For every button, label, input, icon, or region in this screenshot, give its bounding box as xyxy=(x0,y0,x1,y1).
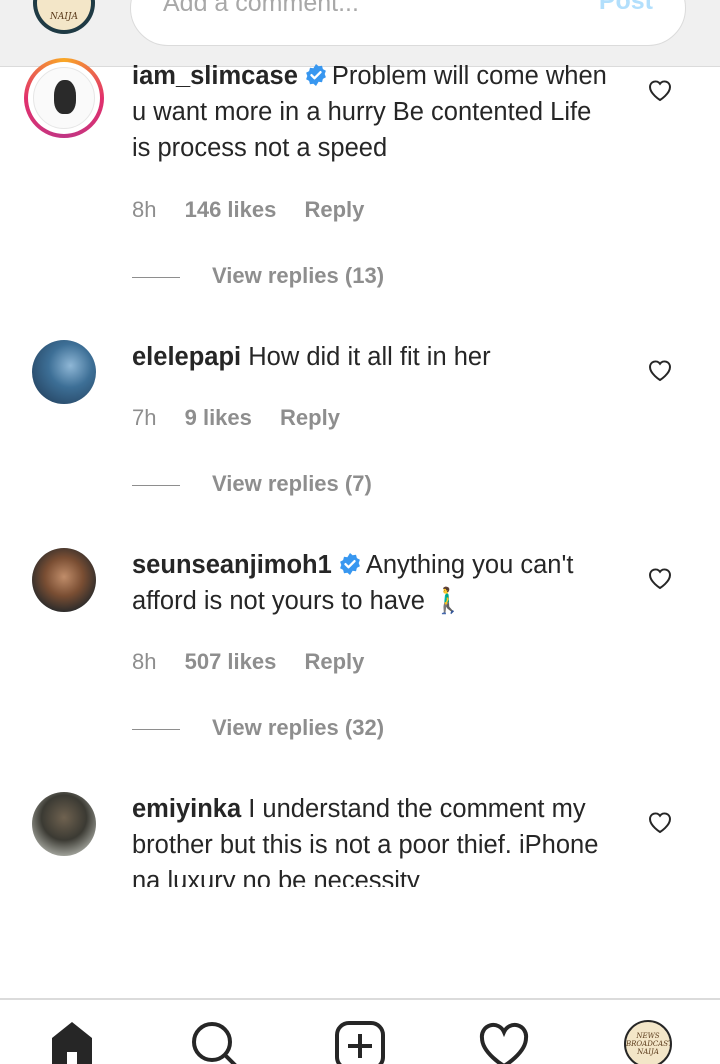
comment-likes[interactable]: 507 likes xyxy=(185,649,277,674)
view-replies-button[interactable]: View replies (7) xyxy=(132,471,372,497)
comment-time: 7h xyxy=(132,405,157,430)
verified-badge-icon xyxy=(305,64,326,86)
avatar-logo-text: NAIJA xyxy=(49,12,79,22)
comment-username[interactable]: emiyinka xyxy=(132,795,241,823)
current-user-avatar: NAIJA xyxy=(33,0,95,34)
comment-time: 8h xyxy=(132,649,157,674)
bottom-navigation: NEWS BROADCAST NAIJA xyxy=(0,998,720,1064)
comment-username[interactable]: seunseanjimoh1 xyxy=(132,551,332,579)
comment-meta: 7h 9 likes Reply xyxy=(132,405,362,431)
comment-likes[interactable]: 146 likes xyxy=(185,197,277,222)
activity-heart-icon[interactable] xyxy=(478,1020,530,1064)
verified-badge-icon xyxy=(339,553,360,575)
profile-avatar-text: NEWS BROADCAST NAIJA xyxy=(626,1032,672,1056)
comment-likes[interactable]: 9 likes xyxy=(185,405,252,430)
comment-username[interactable]: iam_slimcase xyxy=(132,62,298,90)
comment-text-block: emiyinka I understand the comment my bro… xyxy=(132,791,612,887)
comment-composer-bar: NAIJA Add a comment... Post xyxy=(0,0,720,67)
comment-meta: 8h 146 likes Reply xyxy=(132,197,386,223)
like-heart-icon[interactable] xyxy=(647,78,673,102)
view-replies-button[interactable]: View replies (32) xyxy=(132,715,384,741)
reply-button[interactable]: Reply xyxy=(304,649,364,674)
comment-meta: 8h 507 likes Reply xyxy=(132,649,386,675)
commenter-avatar[interactable] xyxy=(32,792,96,856)
comment-time: 8h xyxy=(132,197,157,222)
comment-text-block: seunseanjimoh1 Anything you can't afford … xyxy=(132,547,612,619)
reply-button[interactable]: Reply xyxy=(304,197,364,222)
new-post-icon[interactable] xyxy=(334,1020,386,1064)
view-replies-label: View replies (7) xyxy=(212,471,372,496)
view-replies-button[interactable]: View replies (13) xyxy=(132,263,384,289)
like-heart-icon[interactable] xyxy=(647,358,673,382)
view-replies-label: View replies (32) xyxy=(212,715,385,740)
comment-username[interactable]: elelepapi xyxy=(132,343,241,371)
replies-divider xyxy=(132,276,180,278)
like-heart-icon[interactable] xyxy=(647,810,673,834)
comment-text-block: iam_slimcase Problem will come when u wan… xyxy=(132,58,612,166)
commenter-avatar[interactable] xyxy=(32,340,96,404)
replies-divider xyxy=(132,484,180,486)
like-heart-icon[interactable] xyxy=(647,566,673,590)
profile-avatar[interactable]: NEWS BROADCAST NAIJA xyxy=(624,1020,672,1064)
comment-text-block: elelepapi How did it all fit in her xyxy=(132,339,612,375)
post-button[interactable]: Post xyxy=(599,0,653,16)
search-icon[interactable] xyxy=(190,1020,238,1064)
comment-input[interactable]: Add a comment... Post xyxy=(130,0,686,46)
view-replies-label: View replies (13) xyxy=(212,263,385,288)
commenter-avatar[interactable] xyxy=(32,548,96,612)
reply-button[interactable]: Reply xyxy=(280,405,340,430)
home-icon[interactable] xyxy=(48,1020,96,1064)
comment-body: How did it all fit in her xyxy=(248,343,491,371)
replies-divider xyxy=(132,728,180,730)
comment-input-placeholder: Add a comment... xyxy=(163,0,359,17)
commenter-avatar[interactable] xyxy=(24,58,104,138)
